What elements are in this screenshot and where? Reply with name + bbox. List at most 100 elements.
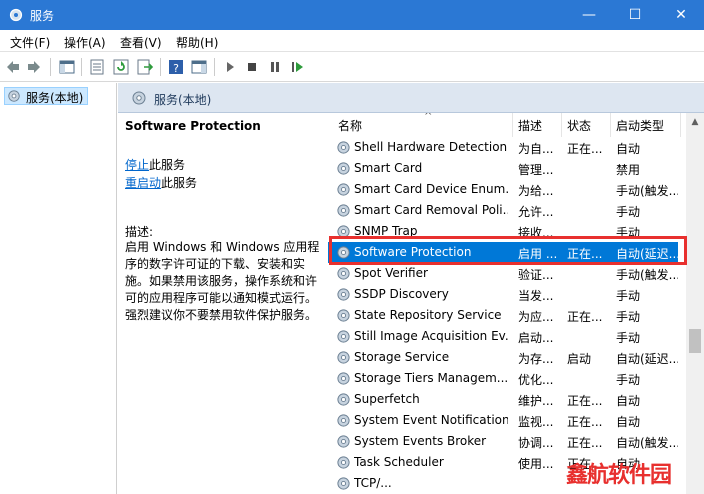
service-row[interactable]: Storage Service 为存... 启动 自动(延迟...: [328, 347, 678, 368]
service-gear-icon: [337, 267, 350, 280]
console-tree-icon[interactable]: [58, 58, 76, 76]
start-service-icon[interactable]: [221, 58, 239, 76]
service-gear-icon: [337, 477, 350, 490]
service-row[interactable]: State Repository Service 为应... 正在... 手动: [328, 305, 678, 326]
service-description: 为自...: [518, 142, 554, 156]
service-gear-icon: [337, 183, 350, 196]
service-description: 协调...: [518, 436, 554, 450]
service-row[interactable]: Still Image Acquisition Ev... 启动... 手动: [328, 326, 678, 347]
back-arrow-icon[interactable]: [4, 58, 22, 76]
stop-service-link[interactable]: 停止: [125, 156, 149, 173]
properties-icon[interactable]: [88, 58, 106, 76]
services-list: ^ 名称 描述 状态 启动类型 Shell Hardware Detection…: [328, 113, 704, 494]
gear-icon: [132, 91, 146, 105]
column-header-description[interactable]: 描述: [518, 117, 542, 134]
service-description: 管理...: [518, 163, 554, 177]
vertical-scrollbar[interactable]: ▲: [686, 113, 704, 494]
column-divider[interactable]: [610, 113, 611, 137]
service-gear-icon: [337, 330, 350, 343]
service-description: 使用...: [518, 457, 554, 471]
column-divider[interactable]: [561, 113, 562, 137]
service-status: 正在...: [567, 142, 603, 156]
service-startup-type: 手动: [616, 310, 641, 324]
description-label: 描述:: [125, 225, 154, 239]
svg-text:?: ?: [173, 62, 179, 75]
close-button[interactable]: ✕: [658, 0, 704, 30]
service-row[interactable]: Superfetch 维护... 正在... 自动: [328, 389, 678, 410]
toolbar: ?: [0, 52, 704, 82]
stop-service-suffix: 此服务: [149, 158, 186, 172]
service-description: 允许...: [518, 205, 554, 219]
service-description: 为应...: [518, 310, 554, 324]
service-name: Smart Card Removal Poli...: [354, 203, 508, 217]
service-name: System Events Broker: [354, 434, 487, 448]
minimize-button[interactable]: —: [566, 0, 612, 30]
column-header-name[interactable]: 名称: [338, 117, 362, 134]
refresh-icon[interactable]: [112, 58, 130, 76]
service-details-pane: Software Protection 停止 此服务 重启动 此服务 描述: 启…: [118, 113, 328, 494]
column-divider[interactable]: [512, 113, 513, 137]
service-description: 启动...: [518, 331, 554, 345]
service-name: Storage Tiers Managem...: [354, 371, 508, 385]
service-row[interactable]: System Event Notification... 监视... 正在... 自动: [328, 410, 678, 431]
restart-service-link[interactable]: 重启动: [125, 174, 161, 191]
tree-node-services-local[interactable]: 服务(本地): [4, 87, 88, 105]
gear-icon: [8, 90, 20, 102]
service-row[interactable]: System Events Broker 协调... 正在... 自动(触发...: [328, 431, 678, 452]
service-description: 维护...: [518, 394, 554, 408]
service-name: Spot Verifier: [354, 266, 428, 280]
column-header-row: ^ 名称 描述 状态 启动类型: [328, 113, 704, 137]
service-description: 优化...: [518, 373, 554, 387]
description-text: 启用 Windows 和 Windows 应用程序的数字许可证的下载、安装和实施…: [125, 240, 320, 322]
column-header-startup-type[interactable]: 启动类型: [616, 117, 664, 134]
service-name: Still Image Acquisition Ev...: [354, 329, 508, 343]
stop-service-icon[interactable]: [243, 58, 261, 76]
menu-view[interactable]: 查看(V): [120, 34, 162, 51]
service-row[interactable]: Smart Card Removal Poli... 允许... 手动: [328, 200, 678, 221]
service-row[interactable]: Smart Card Device Enum... 为给... 手动(触发...: [328, 179, 678, 200]
show-hide-action-pane-icon[interactable]: [190, 58, 208, 76]
title-bar: 服务 — ☐ ✕: [0, 0, 704, 30]
service-row[interactable]: Shell Hardware Detection 为自... 正在... 自动: [328, 137, 678, 158]
service-name: Smart Card Device Enum...: [354, 182, 508, 196]
service-startup-type: 自动: [616, 415, 641, 429]
scroll-up-arrow-icon[interactable]: ▲: [686, 113, 704, 131]
help-icon[interactable]: ?: [167, 58, 185, 76]
service-row[interactable]: Spot Verifier 验证... 手动(触发...: [328, 263, 678, 284]
service-description: 为存...: [518, 352, 554, 366]
pause-service-icon[interactable]: [266, 58, 284, 76]
panel-header: 服务(本地): [118, 83, 704, 113]
services-app-icon: [9, 8, 23, 22]
service-startup-type: 自动(触发...: [616, 436, 678, 450]
service-status: 启动: [567, 352, 592, 366]
column-header-status[interactable]: 状态: [567, 117, 591, 134]
service-startup-type: 自动: [616, 394, 641, 408]
watermark: 鑫航软件园: [566, 463, 672, 488]
restart-service-icon[interactable]: [288, 58, 306, 76]
service-row[interactable]: Storage Tiers Managem... 优化... 手动: [328, 368, 678, 389]
export-list-icon[interactable]: [136, 58, 154, 76]
service-row[interactable]: SSDP Discovery 当发... 手动: [328, 284, 678, 305]
service-name: SSDP Discovery: [354, 287, 449, 301]
maximize-button[interactable]: ☐: [612, 0, 658, 30]
tree-node-label: 服务(本地): [26, 91, 84, 105]
toolbar-divider: [214, 58, 215, 76]
toolbar-divider: [160, 58, 161, 76]
service-startup-type: 手动: [616, 205, 641, 219]
service-description: 监视...: [518, 415, 554, 429]
service-description: 为给...: [518, 184, 554, 198]
service-row[interactable]: Smart Card 管理... 禁用: [328, 158, 678, 179]
service-name: Superfetch: [354, 392, 420, 406]
service-name: Shell Hardware Detection: [354, 140, 508, 154]
menu-file[interactable]: 文件(F): [10, 34, 50, 51]
service-name: Task Scheduler: [354, 455, 444, 469]
highlight-box: [329, 236, 687, 265]
service-status: 正在...: [567, 394, 603, 408]
scrollbar-thumb[interactable]: [689, 329, 701, 353]
service-gear-icon: [337, 288, 350, 301]
menu-action[interactable]: 操作(A): [64, 34, 106, 51]
forward-arrow-icon[interactable]: [25, 58, 43, 76]
service-name: Smart Card: [354, 161, 423, 175]
menu-help[interactable]: 帮助(H): [176, 34, 218, 51]
column-divider[interactable]: [680, 113, 681, 137]
